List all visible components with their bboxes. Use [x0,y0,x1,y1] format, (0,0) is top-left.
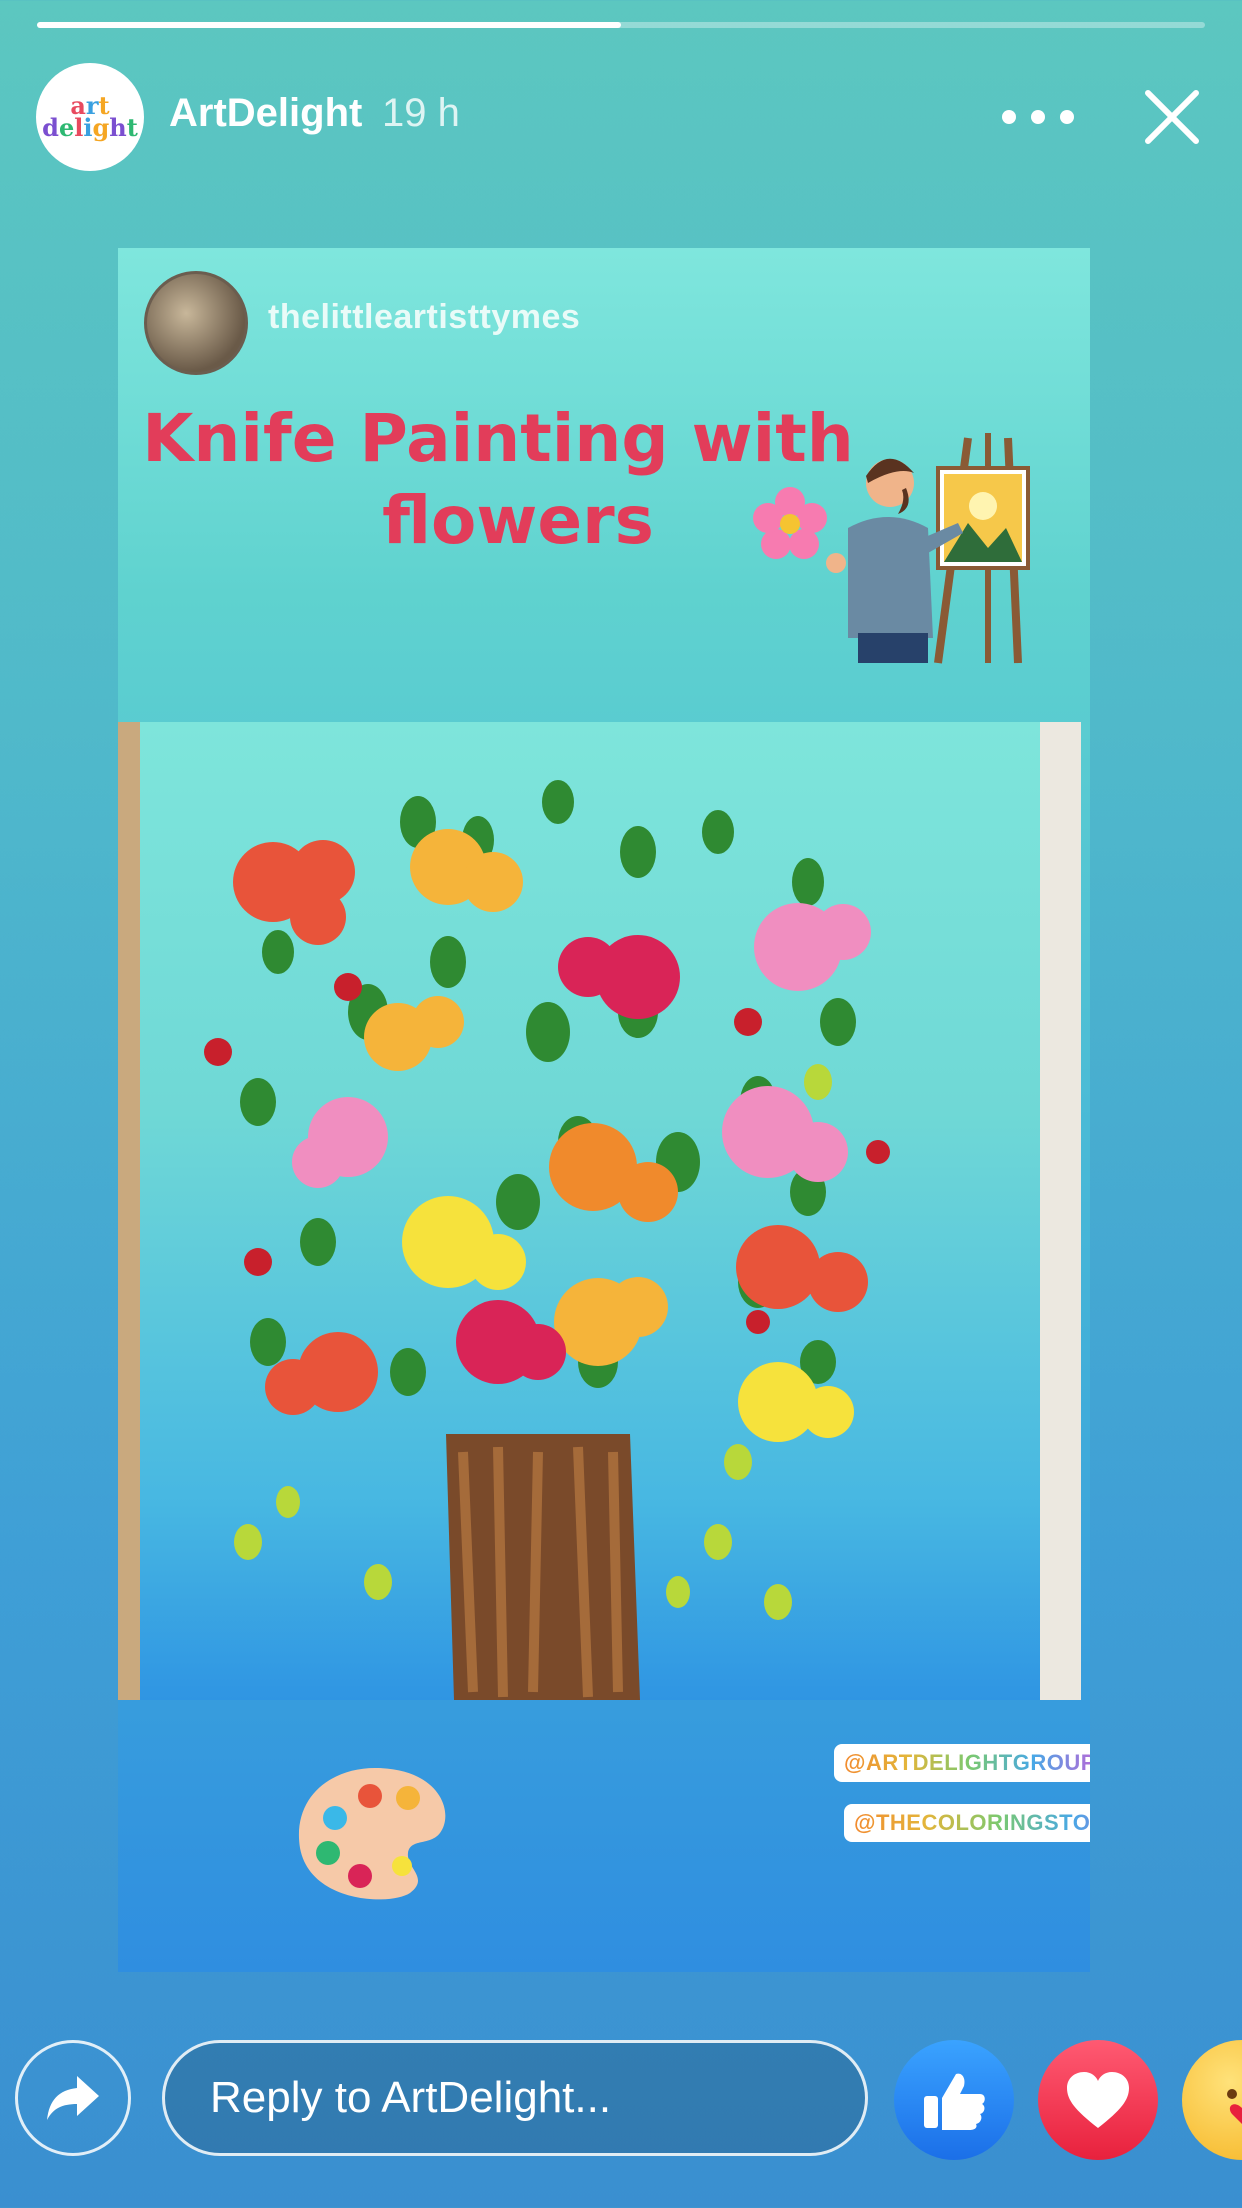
group-mention-tag: @ARTDELIGHTGROUP [834,1744,1090,1782]
story-progress-fill [37,22,621,28]
reply-input[interactable]: Reply to ArtDelight... [162,2040,868,2156]
story-content[interactable]: thelittleartisttymes Knife Painting with… [118,248,1090,1972]
story-header: art delight ArtDelight 19 h [36,63,1206,171]
story-progress-bar [37,22,1205,28]
painter-illustration [826,433,1030,664]
palette-icon [298,1768,446,1900]
thumbs-up-icon [924,2073,985,2130]
more-dots-icon[interactable] [1002,93,1074,141]
share-button[interactable] [15,2040,131,2156]
artdelight-logo: art delight [42,91,138,142]
post-time: 19 h [382,91,460,135]
shared-post-username: thelittleartisttymes [268,298,581,336]
author-name[interactable]: ArtDelight [169,91,362,136]
like-reaction-button[interactable] [894,2040,1014,2160]
shared-post-avatar [144,271,248,375]
care-emoji-icon [1227,2089,1242,2124]
heart-icon [1067,2072,1129,2128]
care-reaction-button[interactable] [1182,2040,1242,2160]
reply-bar: Reply to ArtDelight... [0,2040,1242,2208]
flower-painting-image [118,722,1081,1700]
close-icon[interactable] [1140,85,1204,149]
coloring-mention-tag: @THECOLORINGSTORIES [844,1804,1090,1842]
share-arrow-icon [47,2076,99,2120]
avatar[interactable]: art delight [36,63,144,171]
love-reaction-button[interactable] [1038,2040,1158,2160]
